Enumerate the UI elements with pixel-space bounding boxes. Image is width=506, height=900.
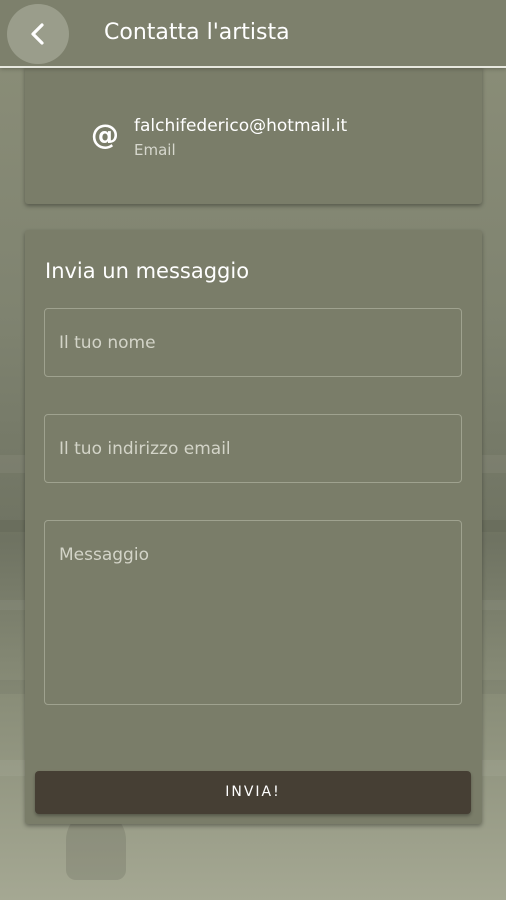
send-button[interactable]: INVIA! — [35, 771, 471, 814]
at-icon: @ — [91, 118, 119, 151]
message-textarea-placeholder: Messaggio — [59, 545, 149, 565]
email-input[interactable]: Il tuo indirizzo email — [44, 414, 462, 483]
message-form: Invia un messaggio Il tuo nome Il tuo in… — [25, 230, 482, 824]
contact-card: @ falchifederico@hotmail.it Email — [25, 66, 482, 204]
back-button[interactable] — [7, 4, 69, 64]
contact-type-label: Email — [134, 141, 176, 159]
email-input-placeholder: Il tuo indirizzo email — [59, 439, 231, 459]
form-title: Invia un messaggio — [45, 259, 250, 283]
contact-email-value[interactable]: falchifederico@hotmail.it — [134, 115, 347, 137]
name-input[interactable]: Il tuo nome — [44, 308, 462, 377]
chevron-left-icon — [31, 23, 44, 45]
name-input-placeholder: Il tuo nome — [59, 333, 156, 353]
message-textarea[interactable]: Messaggio — [44, 520, 462, 705]
app-bar: Contatta l'artista — [0, 0, 506, 68]
page-title: Contatta l'artista — [104, 20, 290, 45]
